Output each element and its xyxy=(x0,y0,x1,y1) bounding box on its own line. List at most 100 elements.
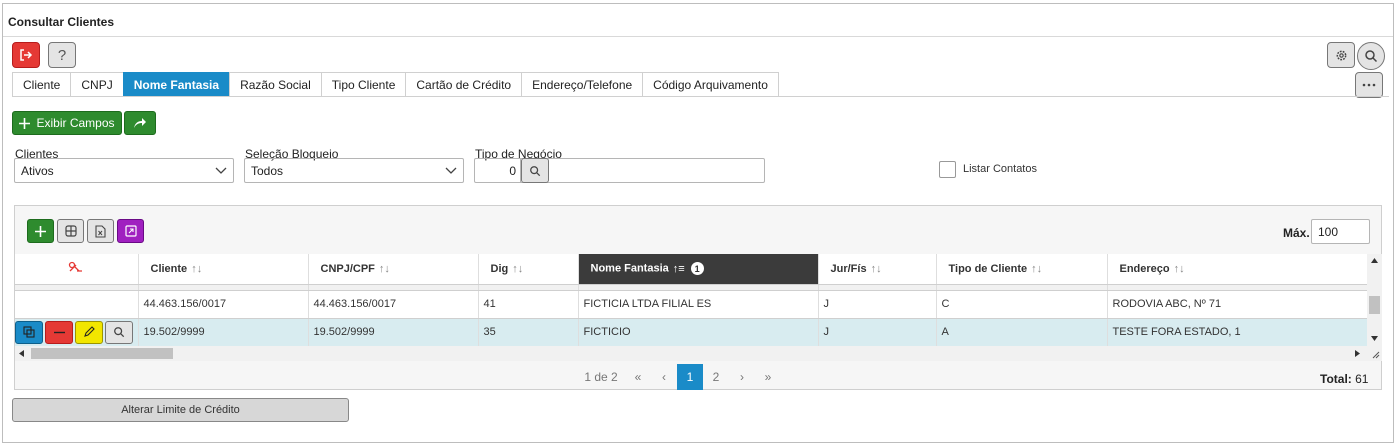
tab-nome-fantasia[interactable]: Nome Fantasia xyxy=(122,72,230,96)
sort-icon: ↑↓ xyxy=(870,262,882,275)
global-search-button[interactable] xyxy=(1357,42,1385,70)
sort-active-icon: ↑≡ xyxy=(672,262,685,275)
alterar-limite-credito-button[interactable]: Alterar Limite de Crédito xyxy=(12,398,349,422)
results-grid: Máx. 100 Cliente ↑↓ CNPJ/CPF ↑↓ Dig ↑↓ N… xyxy=(14,205,1382,390)
clientes-value: Ativos xyxy=(21,163,54,178)
cell-jur-fis: J xyxy=(818,290,937,319)
prev-page-button[interactable]: ‹ xyxy=(651,364,677,390)
help-button[interactable]: ? xyxy=(48,42,76,68)
cell-nome-fantasia: FICTICIA LTDA FILIAL ES xyxy=(578,290,819,319)
table-header-row: Cliente ↑↓ CNPJ/CPF ↑↓ Dig ↑↓ Nome Fantasia… xyxy=(15,254,1367,285)
tipo-negocio-input[interactable]: 0 xyxy=(474,158,521,183)
tab-cnpj[interactable]: CNPJ xyxy=(70,72,123,96)
more-options-button[interactable] xyxy=(1355,72,1383,98)
share-button[interactable] xyxy=(124,111,156,135)
tab-cliente[interactable]: Cliente xyxy=(12,72,71,96)
exit-icon xyxy=(20,49,33,61)
column-header-label: Dig xyxy=(490,262,509,275)
column-header-nome-fantasia[interactable]: Nome Fantasia ↑≡ 1 xyxy=(578,254,819,285)
more-icon xyxy=(1362,83,1376,87)
column-header-label: Endereço xyxy=(1119,262,1170,275)
page-button-2[interactable]: 2 xyxy=(703,364,729,390)
vertical-scrollbar[interactable] xyxy=(1367,254,1382,346)
search-icon xyxy=(114,327,125,338)
tab-tipo-cliente[interactable]: Tipo Cliente xyxy=(320,72,406,96)
table-row-selected[interactable]: 19.502/9999 19.502/9999 35 FICTICIO J A … xyxy=(15,318,1367,346)
total-value: 61 xyxy=(1355,372,1369,386)
clientes-select[interactable]: Ativos xyxy=(14,158,234,183)
first-page-button[interactable]: « xyxy=(625,364,651,390)
column-header-label: Cliente xyxy=(150,262,188,275)
row-actions-cell xyxy=(15,290,139,319)
page-button-1[interactable]: 1 xyxy=(677,364,703,390)
minus-icon xyxy=(53,331,65,333)
expand-button[interactable] xyxy=(117,219,144,243)
tipo-negocio-search-button[interactable] xyxy=(521,158,549,183)
vertical-scroll-thumb[interactable] xyxy=(1369,296,1380,314)
tab-divider xyxy=(12,96,1389,97)
chevron-down-icon xyxy=(445,167,457,174)
column-header-cliente[interactable]: Cliente ↑↓ xyxy=(138,254,309,285)
column-header-endereco[interactable]: Endereço ↑↓ xyxy=(1107,254,1367,285)
column-header-label: Nome Fantasia xyxy=(590,262,669,275)
column-header-label: Tipo de Cliente xyxy=(948,262,1028,275)
last-page-button[interactable]: » xyxy=(755,364,781,390)
plus-icon xyxy=(35,225,46,237)
cell-cnpj-cpf: 44.463.156/0017 xyxy=(308,290,479,319)
exibir-campos-button[interactable]: Exibir Campos xyxy=(12,111,122,135)
cell-cliente: 19.502/9999 xyxy=(138,318,309,346)
results-table: Cliente ↑↓ CNPJ/CPF ↑↓ Dig ↑↓ Nome Fantasia… xyxy=(15,254,1367,346)
view-row-button[interactable] xyxy=(105,320,133,344)
tab-codigo-arquivamento[interactable]: Código Arquivamento xyxy=(642,72,779,96)
cell-cliente: 44.463.156/0017 xyxy=(138,290,309,319)
listar-contatos-label: Listar Contatos xyxy=(963,163,1037,175)
tab-cartao-credito[interactable]: Cartão de Crédito xyxy=(405,72,522,96)
clear-filter-icon xyxy=(69,262,83,272)
pencil-icon xyxy=(84,326,95,337)
sort-order-badge: 1 xyxy=(690,262,704,276)
search-icon xyxy=(530,165,541,176)
pagination-summary: 1 de 2 xyxy=(584,370,618,384)
column-header-jur-fis[interactable]: Jur/Fís ↑↓ xyxy=(818,254,937,285)
settings-button[interactable] xyxy=(1327,42,1355,68)
columns-button[interactable] xyxy=(57,219,84,243)
scroll-left-icon xyxy=(19,350,24,357)
copy-row-button[interactable] xyxy=(15,320,43,344)
horizontal-scroll-thumb[interactable] xyxy=(31,348,173,359)
excel-file-icon xyxy=(95,224,106,238)
exit-button[interactable] xyxy=(12,42,40,68)
tab-endereco-telefone[interactable]: Endereço/Telefone xyxy=(521,72,643,96)
cell-endereco: RODOVIA ABC, Nº 71 xyxy=(1107,290,1367,319)
tab-razao-social[interactable]: Razão Social xyxy=(229,72,321,96)
add-record-button[interactable] xyxy=(27,219,54,243)
column-header-dig[interactable]: Dig ↑↓ xyxy=(478,254,579,285)
column-header-actions[interactable] xyxy=(15,254,139,285)
sort-icon: ↑↓ xyxy=(1173,262,1185,275)
cell-jur-fis: J xyxy=(818,318,937,346)
max-label: Máx. xyxy=(1283,226,1310,240)
sort-icon: ↑↓ xyxy=(512,262,524,275)
max-input[interactable]: 100 xyxy=(1311,219,1370,244)
cell-dig: 41 xyxy=(478,290,579,319)
total-label: Total: xyxy=(1320,372,1352,386)
listar-contatos-checkbox[interactable] xyxy=(939,161,956,178)
selecao-bloqueio-select[interactable]: Todos xyxy=(244,158,464,183)
column-header-cnpj-cpf[interactable]: CNPJ/CPF ↑↓ xyxy=(308,254,479,285)
plus-icon xyxy=(19,117,31,129)
sort-icon: ↑↓ xyxy=(1031,262,1043,275)
horizontal-scrollbar[interactable] xyxy=(15,346,1382,361)
selecao-bloqueio-value: Todos xyxy=(251,163,284,178)
sort-icon: ↑↓ xyxy=(378,262,390,275)
table-row[interactable]: 44.463.156/0017 44.463.156/0017 41 FICTI… xyxy=(15,290,1367,319)
column-header-tipo-cliente[interactable]: Tipo de Cliente ↑↓ xyxy=(936,254,1108,285)
delete-row-button[interactable] xyxy=(45,320,73,344)
chevron-down-icon xyxy=(215,167,227,174)
sort-icon: ↑↓ xyxy=(191,262,203,275)
edit-row-button[interactable] xyxy=(75,320,103,344)
expand-icon xyxy=(124,225,137,237)
export-excel-button[interactable] xyxy=(87,219,114,243)
scroll-up-icon xyxy=(1371,258,1378,263)
scroll-down-icon xyxy=(1371,336,1378,341)
resize-handle-icon xyxy=(1372,351,1380,359)
next-page-button[interactable]: › xyxy=(729,364,755,390)
